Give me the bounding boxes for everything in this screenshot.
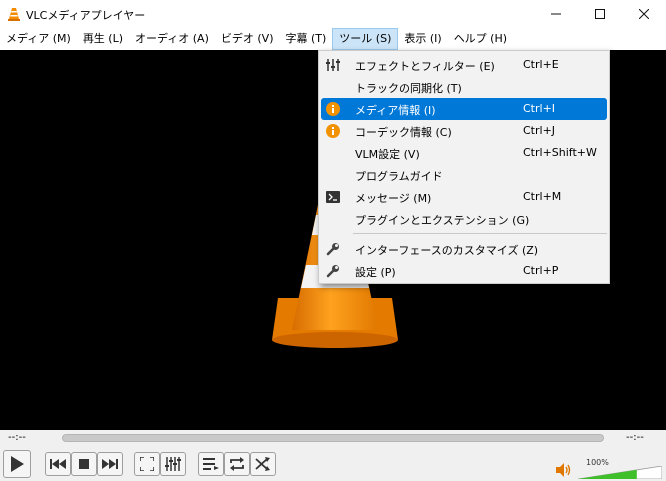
stop-icon xyxy=(79,459,89,469)
menu-item-program-guide[interactable]: プログラムガイド xyxy=(321,164,607,186)
menu-item-label: メディア情報 (I) xyxy=(355,104,436,117)
menu-separator xyxy=(353,233,607,234)
play-icon xyxy=(11,456,24,472)
playlist-icon xyxy=(203,458,219,470)
menu-item-shortcut: Ctrl+E xyxy=(523,58,559,71)
next-icon xyxy=(102,459,118,469)
menu-playback[interactable]: 再生 (L) xyxy=(77,28,129,50)
title-bar: VLCメディアプレイヤー xyxy=(0,0,666,28)
menu-tools[interactable]: ツール (S) xyxy=(332,28,399,50)
menu-item-media-info[interactable]: メディア情報 (I) Ctrl+I xyxy=(321,98,607,120)
loop-button[interactable] xyxy=(224,452,250,476)
menu-view[interactable]: 表示 (I) xyxy=(398,28,447,50)
menu-item-preferences[interactable]: 設定 (P) Ctrl+P xyxy=(321,260,607,282)
previous-button[interactable] xyxy=(45,452,71,476)
equalizer-icon xyxy=(165,457,181,471)
menu-audio[interactable]: オーディオ (A) xyxy=(129,28,215,50)
menu-media[interactable]: メディア (M) xyxy=(0,28,77,50)
play-button[interactable] xyxy=(3,450,31,478)
window-title: VLCメディアプレイヤー xyxy=(26,9,146,22)
shuffle-icon xyxy=(255,457,270,471)
previous-icon xyxy=(50,459,66,469)
menu-item-shortcut: Ctrl+J xyxy=(523,124,556,137)
menu-item-shortcut: Ctrl+M xyxy=(523,190,562,203)
time-total: --:-- xyxy=(626,432,644,443)
playback-controls: --:-- --:-- 100% xyxy=(0,430,666,481)
menu-item-shortcut: Ctrl+Shift+W xyxy=(523,146,597,159)
wrench-icon xyxy=(325,263,341,279)
menu-video[interactable]: ビデオ (V) xyxy=(215,28,280,50)
maximize-button[interactable] xyxy=(578,0,622,28)
menu-item-track-sync[interactable]: トラックの同期化 (T) xyxy=(321,76,607,98)
menu-item-plugins-extensions[interactable]: プラグインとエクステンション (G) xyxy=(321,208,607,230)
info-icon xyxy=(325,123,341,139)
stop-button[interactable] xyxy=(71,452,97,476)
vlc-cone-icon xyxy=(8,8,20,21)
menu-item-shortcut: Ctrl+I xyxy=(523,102,556,115)
wrench-icon xyxy=(325,241,341,257)
menu-item-label: インターフェースのカスタマイズ (Z) xyxy=(355,244,539,257)
info-icon xyxy=(325,101,341,117)
menu-subtitle[interactable]: 字幕 (T) xyxy=(279,28,332,50)
menu-item-codec-info[interactable]: コーデック情報 (C) Ctrl+J xyxy=(321,120,607,142)
tools-dropdown-menu: エフェクトとフィルター (E) Ctrl+E トラックの同期化 (T) メディア… xyxy=(318,50,610,284)
menu-bar: メディア (M) 再生 (L) オーディオ (A) ビデオ (V) 字幕 (T)… xyxy=(0,28,666,50)
menu-item-label: 設定 (P) xyxy=(355,266,396,279)
extended-settings-button[interactable] xyxy=(160,452,186,476)
menu-item-label: プラグインとエクステンション (G) xyxy=(355,214,530,227)
menu-item-customize-interface[interactable]: インターフェースのカスタマイズ (Z) xyxy=(321,238,607,260)
menu-item-shortcut: Ctrl+P xyxy=(523,264,559,277)
menu-item-effects-filters[interactable]: エフェクトとフィルター (E) Ctrl+E xyxy=(321,54,607,76)
menu-item-label: コーデック情報 (C) xyxy=(355,126,452,139)
menu-item-label: エフェクトとフィルター (E) xyxy=(355,60,495,73)
fullscreen-button[interactable] xyxy=(134,452,160,476)
shuffle-button[interactable] xyxy=(250,452,276,476)
speaker-icon[interactable] xyxy=(556,463,572,477)
menu-item-vlm-config[interactable]: VLM設定 (V) Ctrl+Shift+W xyxy=(321,142,607,164)
loop-icon xyxy=(230,457,244,471)
playlist-button[interactable] xyxy=(198,452,224,476)
menu-item-label: プログラムガイド xyxy=(355,170,443,183)
close-button[interactable] xyxy=(622,0,666,28)
seek-bar[interactable] xyxy=(62,434,604,442)
next-button[interactable] xyxy=(97,452,123,476)
time-elapsed: --:-- xyxy=(8,432,26,443)
menu-item-messages[interactable]: メッセージ (M) Ctrl+M xyxy=(321,186,607,208)
minimize-button[interactable] xyxy=(534,0,578,28)
equalizer-icon xyxy=(325,57,341,73)
menu-item-label: メッセージ (M) xyxy=(355,192,432,205)
terminal-icon xyxy=(325,189,341,205)
menu-help[interactable]: ヘルプ (H) xyxy=(448,28,513,50)
menu-item-label: トラックの同期化 (T) xyxy=(355,82,462,95)
volume-slider[interactable] xyxy=(578,466,662,479)
fullscreen-icon xyxy=(140,457,154,471)
menu-item-label: VLM設定 (V) xyxy=(355,148,420,161)
